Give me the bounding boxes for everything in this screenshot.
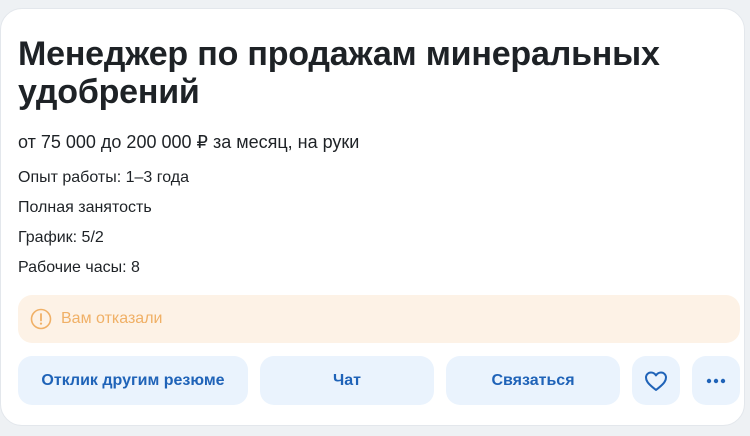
heart-icon: [644, 370, 668, 392]
work-schedule: График: 5/2: [18, 229, 104, 246]
notice-text: Вам отказали: [61, 310, 163, 327]
working-hours: Рабочие часы: 8: [18, 259, 140, 276]
vacancy-title[interactable]: Менеджер по продажам минеральных удобрен…: [18, 35, 718, 111]
favorite-button[interactable]: [632, 356, 680, 405]
more-dots-icon: [706, 378, 726, 384]
vacancy-card: Менеджер по продажам минеральных удобрен…: [0, 8, 745, 426]
salary: от 75 000 до 200 000 ₽ за месяц, на руки: [18, 132, 360, 152]
contact-button[interactable]: Связаться: [446, 356, 620, 405]
rejection-notice: Вам отказали: [18, 295, 740, 343]
chat-button[interactable]: Чат: [260, 356, 434, 405]
more-options-button[interactable]: [692, 356, 740, 405]
info-circle-icon: [30, 308, 52, 330]
respond-other-resume-button[interactable]: Отклик другим резюме: [18, 356, 248, 405]
experience: Опыт работы: 1–3 года: [18, 169, 190, 186]
employment-type: Полная занятость: [18, 199, 152, 216]
